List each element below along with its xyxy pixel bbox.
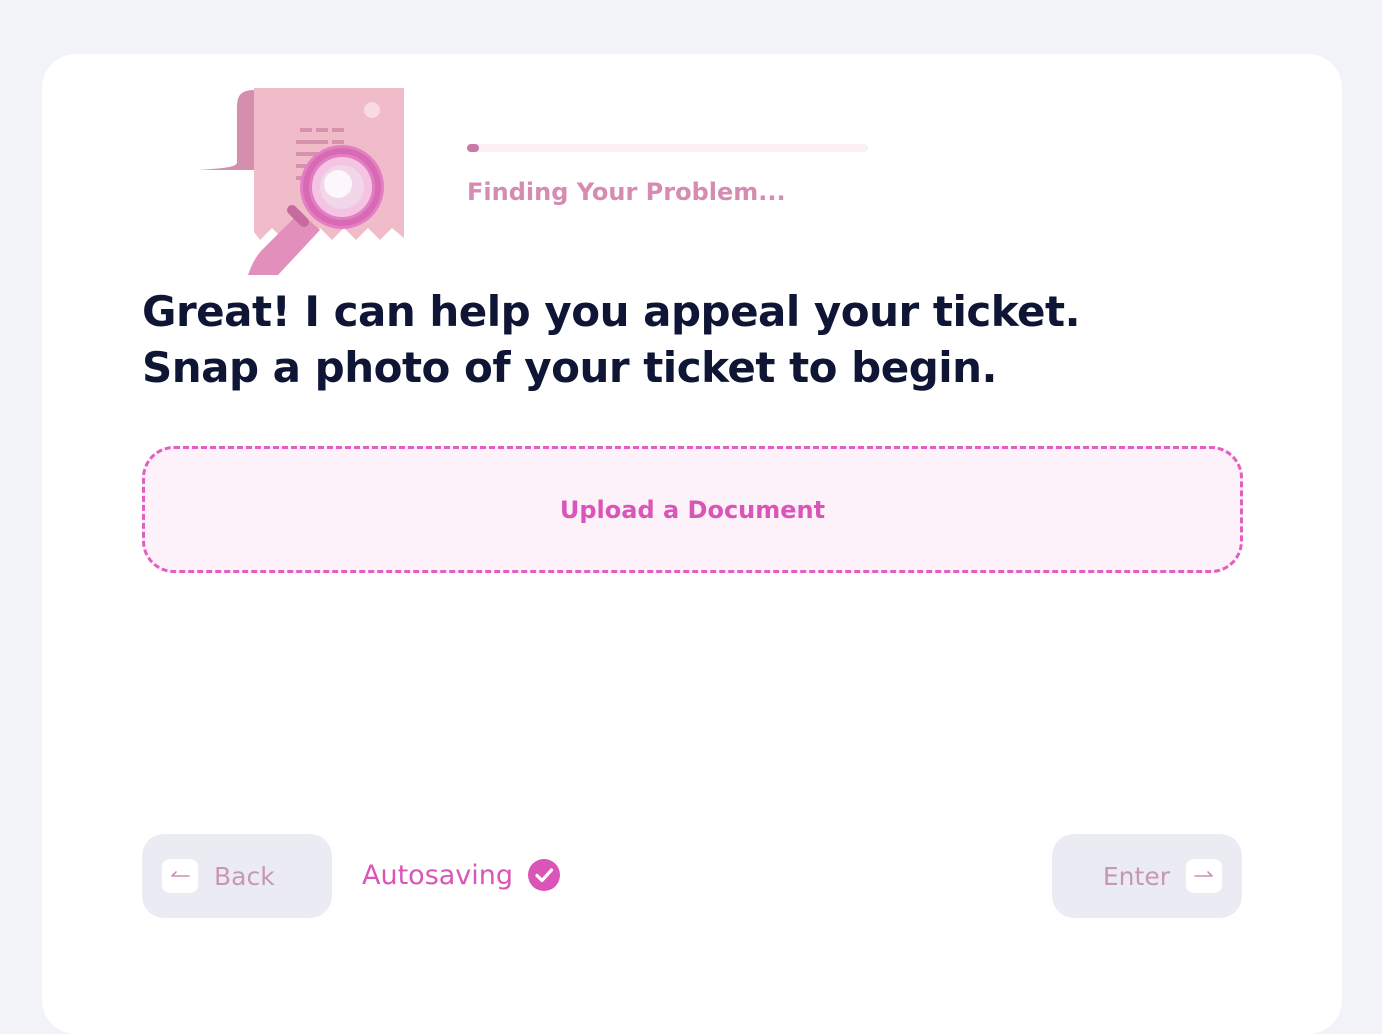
progress-bar — [467, 144, 868, 152]
enter-button[interactable]: Enter — [1052, 834, 1242, 918]
autosave-label: Autosaving — [362, 859, 514, 891]
progress-label: Finding Your Problem... — [467, 178, 786, 206]
ticket-magnifier-illustration — [198, 88, 404, 275]
form-card: Finding Your Problem... Great! I can hel… — [42, 54, 1342, 1034]
arrow-left-icon — [162, 859, 198, 893]
autosave-status: Autosaving — [362, 858, 561, 892]
arrow-right-icon — [1186, 859, 1222, 893]
upload-document-label: Upload a Document — [559, 495, 826, 524]
enter-button-label: Enter — [1102, 861, 1170, 891]
back-button[interactable]: Back — [142, 834, 332, 918]
upload-document-dropzone[interactable]: Upload a Document — [142, 446, 1243, 573]
check-circle-icon — [528, 859, 561, 891]
page-title: Great! I can help you appeal your ticket… — [142, 287, 1081, 392]
progress-bar-fill — [467, 144, 480, 152]
back-button-label: Back — [214, 861, 275, 891]
